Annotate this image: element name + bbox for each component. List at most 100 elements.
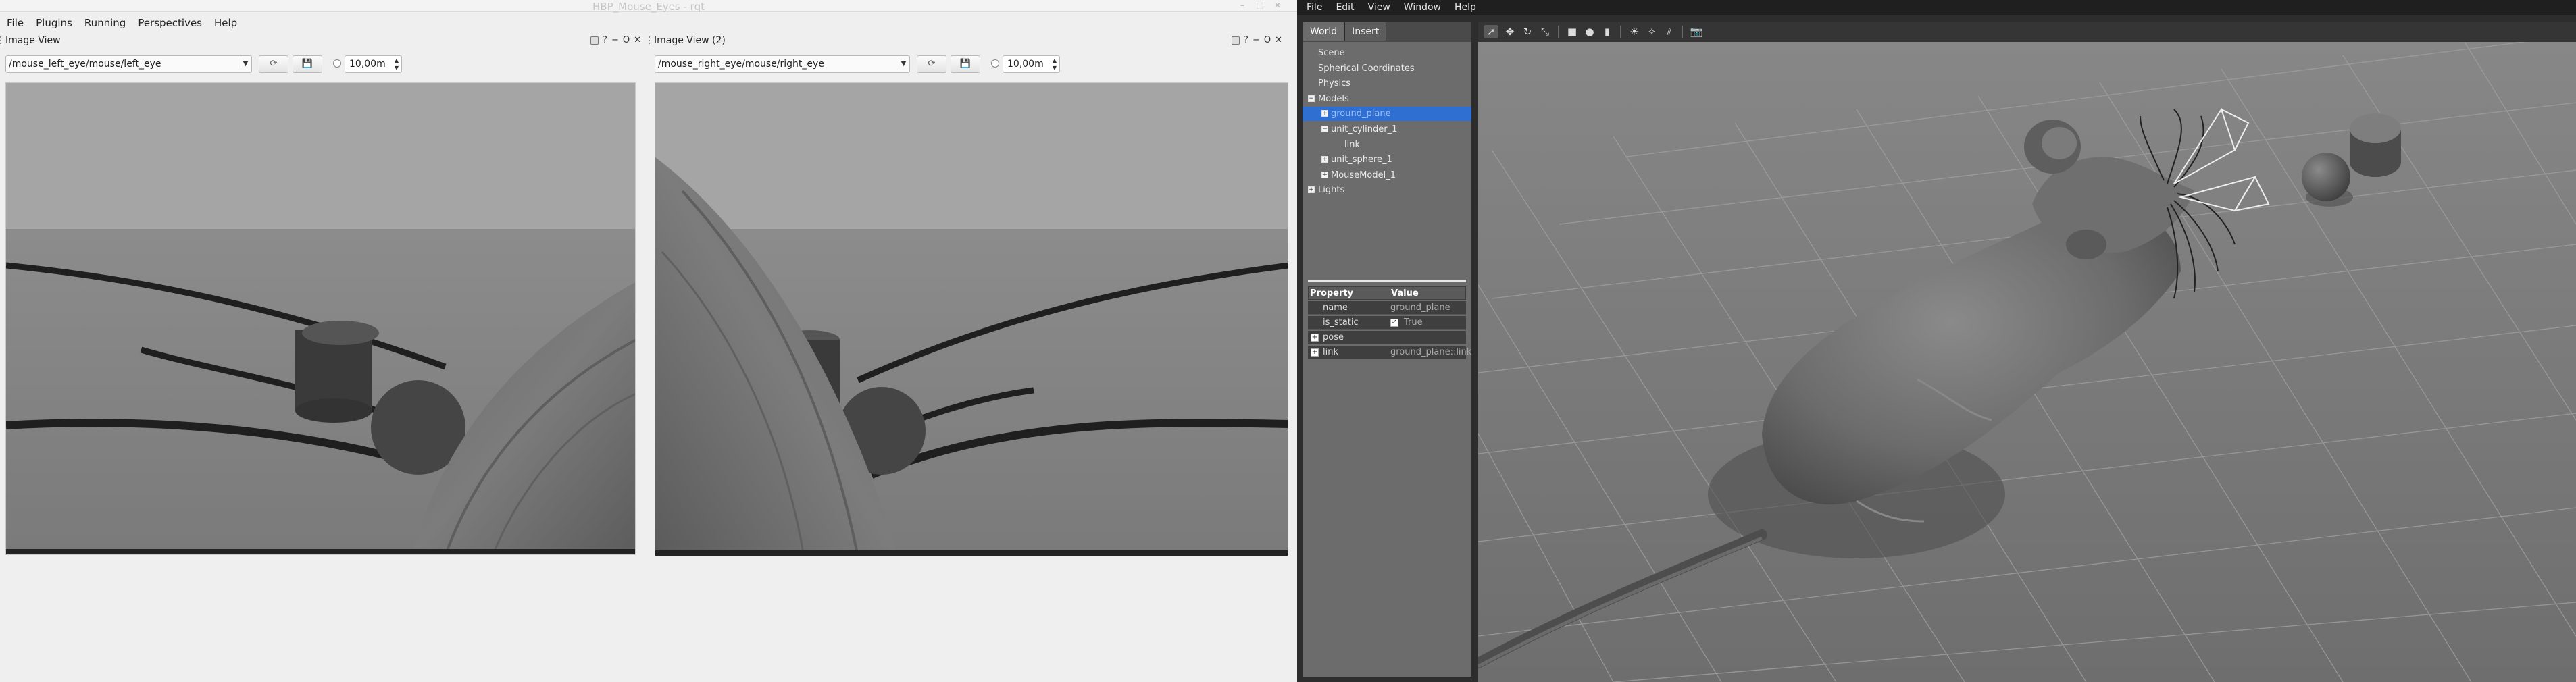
expand-icon[interactable]: +: [1311, 334, 1319, 342]
property-row[interactable]: is_static ✓ True: [1308, 316, 1466, 330]
dock-close-icon[interactable]: ✕: [1275, 35, 1282, 45]
image-view-toolbar: /mouse_right_eye/mouse/right_eye ▼ ⟳ 💾 1…: [655, 54, 1292, 74]
spin-up-icon[interactable]: ▲: [393, 57, 400, 64]
dock-reload-icon[interactable]: O: [1264, 35, 1271, 45]
property-value[interactable]: ground_plane::link: [1390, 346, 1471, 359]
tree-item[interactable]: + unit_sphere_1: [1303, 153, 1471, 167]
tree-item[interactable]: Spherical Coordinates: [1303, 61, 1471, 76]
chevron-down-icon[interactable]: ▼: [241, 59, 250, 70]
gz-menu-view[interactable]: View: [1368, 2, 1390, 13]
toolbar-divider: [1682, 26, 1683, 38]
property-value[interactable]: ground_plane: [1390, 301, 1450, 315]
gz-menu-edit[interactable]: Edit: [1336, 2, 1354, 13]
chevron-down-icon[interactable]: ▼: [899, 59, 908, 70]
directional-light-icon[interactable]: ⫽: [1662, 25, 1677, 38]
smooth-scaling-radio[interactable]: [991, 59, 999, 68]
property-row[interactable]: name ground_plane: [1308, 301, 1466, 315]
menu-file[interactable]: File: [7, 17, 24, 29]
tree-item-label: Physics: [1318, 78, 1351, 89]
dock-float-icon[interactable]: −: [1253, 35, 1260, 45]
gz-menu-help[interactable]: Help: [1455, 2, 1476, 13]
checkbox[interactable]: ✓: [1390, 319, 1398, 327]
dock-header[interactable]: Image View (2) ? − O ✕: [649, 34, 1297, 47]
smooth-scaling-radio[interactable]: [333, 59, 341, 68]
collapse-icon[interactable]: −: [1321, 126, 1328, 132]
spin-up-icon[interactable]: ▲: [1051, 57, 1058, 64]
dock-help-icon[interactable]: ?: [1244, 35, 1248, 45]
collapse-icon[interactable]: −: [1308, 95, 1315, 102]
point-light-icon[interactable]: ☀: [1627, 25, 1642, 38]
close-icon[interactable]: ✕: [1273, 1, 1282, 9]
tree-item[interactable]: link: [1303, 138, 1471, 152]
property-value: True: [1404, 317, 1423, 327]
cylinder-icon[interactable]: ▮: [1600, 25, 1615, 38]
select-arrow-icon[interactable]: ➚: [1484, 25, 1498, 38]
tree-item[interactable]: + MouseModel_1: [1303, 168, 1471, 182]
window-titlebar[interactable]: HBP_Mouse_Eyes - rqt – □ ✕: [0, 0, 1297, 13]
tree-item-label: unit_cylinder_1: [1331, 124, 1398, 134]
dock-grip-icon[interactable]: [649, 36, 654, 44]
tree-item-label: Spherical Coordinates: [1318, 63, 1415, 74]
topic-select[interactable]: /mouse_left_eye/mouse/left_eye ▼: [5, 55, 252, 73]
dock-float-icon[interactable]: −: [611, 35, 619, 45]
menubar: File Plugins Running Perspectives Help: [0, 15, 1297, 31]
tab-insert[interactable]: Insert: [1344, 22, 1387, 41]
property-key: pose: [1323, 332, 1344, 342]
tree-item[interactable]: − Models: [1303, 92, 1471, 106]
dock-settings-icon[interactable]: [1232, 36, 1240, 45]
expand-icon[interactable]: +: [1321, 171, 1328, 178]
dock-header[interactable]: Image View ? − O ✕: [0, 34, 645, 47]
tree-item[interactable]: Physics: [1303, 76, 1471, 90]
zoom-spinbox[interactable]: 10,00m ▲ ▼: [345, 55, 402, 73]
translate-icon[interactable]: ✥: [1502, 25, 1517, 38]
topic-select[interactable]: /mouse_right_eye/mouse/right_eye ▼: [655, 55, 910, 73]
spin-down-icon[interactable]: ▼: [1051, 64, 1058, 72]
camera-screenshot-icon[interactable]: 📷: [1689, 25, 1704, 38]
property-row[interactable]: + pose: [1308, 331, 1466, 344]
tree-item-label: unit_sphere_1: [1331, 155, 1392, 165]
sphere-icon[interactable]: ●: [1582, 25, 1597, 38]
spin-down-icon[interactable]: ▼: [393, 64, 400, 72]
window-title: HBP_Mouse_Eyes - rqt: [592, 1, 705, 13]
box-icon[interactable]: ■: [1565, 25, 1580, 38]
expand-icon[interactable]: +: [1308, 186, 1315, 194]
refresh-topics-button[interactable]: ⟳: [259, 55, 288, 73]
maximize-icon[interactable]: □: [1256, 1, 1264, 9]
menu-help[interactable]: Help: [214, 17, 237, 29]
tree-item[interactable]: + Lights: [1303, 183, 1471, 197]
menu-running[interactable]: Running: [84, 17, 126, 29]
save-image-button[interactable]: 💾: [293, 55, 322, 73]
spot-light-icon[interactable]: ✧: [1644, 25, 1659, 38]
image-view-dock-left: Image View ? − O ✕ /mouse_left_eye/mouse…: [0, 32, 645, 667]
left-eye-camera-image: [5, 82, 636, 555]
dock-close-icon[interactable]: ✕: [634, 35, 641, 45]
tree-item[interactable]: Scene: [1303, 46, 1471, 60]
gz-menu-file[interactable]: File: [1307, 2, 1322, 13]
value-column-header: Value: [1391, 288, 1419, 298]
menu-perspectives[interactable]: Perspectives: [138, 17, 202, 29]
dock-title: Image View: [5, 35, 61, 46]
refresh-topics-button[interactable]: ⟳: [917, 55, 946, 73]
tree-item-label: Scene: [1318, 48, 1345, 58]
minimize-icon[interactable]: –: [1238, 1, 1246, 9]
dock-settings-icon[interactable]: [590, 36, 599, 45]
left-eye-scene: [6, 83, 635, 554]
tab-world[interactable]: World: [1303, 22, 1345, 41]
rotate-icon[interactable]: ↻: [1520, 25, 1535, 38]
property-row[interactable]: + link ground_plane::link: [1308, 346, 1471, 359]
tree-item[interactable]: + ground_plane: [1303, 107, 1471, 122]
expand-icon[interactable]: +: [1321, 110, 1328, 117]
dock-reload-icon[interactable]: O: [623, 35, 630, 45]
expand-icon[interactable]: +: [1311, 348, 1319, 357]
panel-splitter[interactable]: [1308, 280, 1466, 282]
menu-plugins[interactable]: Plugins: [36, 17, 72, 29]
save-image-button[interactable]: 💾: [951, 55, 980, 73]
dock-help-icon[interactable]: ?: [603, 35, 607, 45]
zoom-spinbox[interactable]: 10,00m ▲ ▼: [1003, 55, 1060, 73]
scale-icon[interactable]: ⤡: [1538, 25, 1552, 38]
3d-viewport[interactable]: ➚ ✥ ↻ ⤡ ■ ● ▮ ☀ ✧ ⫽ 📷: [1478, 22, 2576, 682]
gz-menu-window[interactable]: Window: [1404, 2, 1441, 13]
tree-item[interactable]: − unit_cylinder_1: [1303, 122, 1471, 136]
dock-grip-icon[interactable]: [0, 36, 5, 44]
expand-icon[interactable]: +: [1321, 156, 1328, 163]
